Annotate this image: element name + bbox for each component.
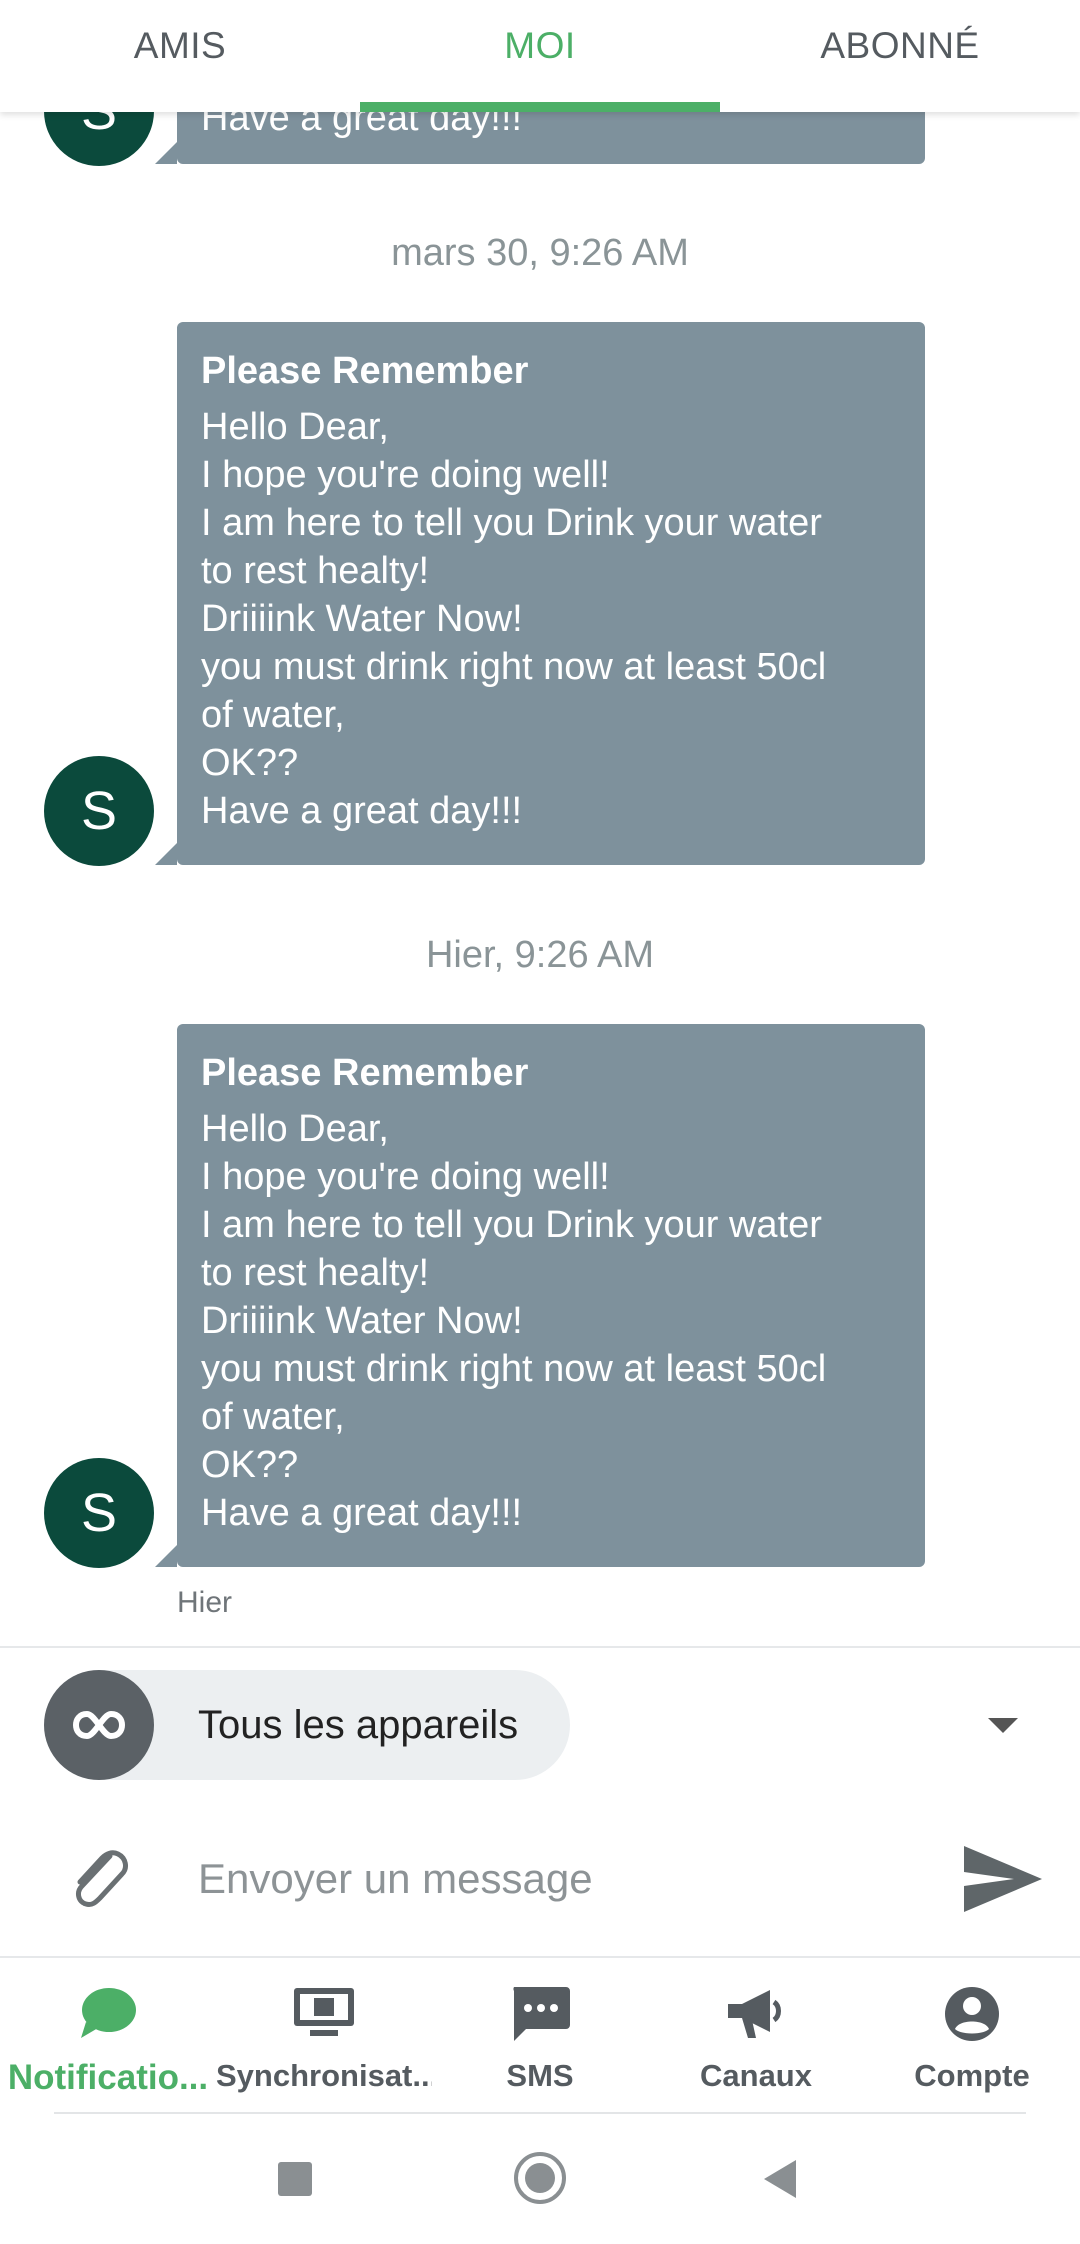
bottom-navigation: Notificatio... Synchronisat... SMS Canau…	[0, 1958, 1080, 2112]
message-title: Please Remember	[201, 1052, 529, 1094]
message-line: I hope you're doing well!	[201, 454, 610, 496]
message-line: of water,	[201, 694, 345, 736]
message-timestamp: mars 30, 9:26 AM	[391, 232, 689, 274]
chat-bubble-icon	[76, 1984, 140, 2044]
nav-label: SMS	[506, 2058, 574, 2093]
nav-synchronisation[interactable]: Synchronisat...	[216, 1958, 432, 2112]
message-line: to rest healty!	[201, 1252, 430, 1294]
message-line: Hello Dear,	[201, 1108, 389, 1150]
tab-moi[interactable]: MOI	[360, 0, 720, 112]
message-title: Please Remember	[201, 350, 529, 392]
back-icon[interactable]	[764, 2160, 796, 2198]
desktop-icon	[292, 1984, 356, 2044]
message-line: Hello Dear,	[201, 406, 389, 448]
message-line: I am here to tell you Drink your water	[201, 1204, 822, 1246]
top-tabs: AMIS MOI ABONNÉ	[0, 0, 1080, 112]
nav-label: Canaux	[700, 2058, 812, 2093]
message-line: you must drink right now at least 50cl	[201, 1348, 827, 1390]
chevron-down-icon[interactable]	[988, 1718, 1018, 1733]
megaphone-icon	[724, 1984, 788, 2044]
message-line: Have a great day!!!	[201, 1492, 523, 1534]
tab-amis[interactable]: AMIS	[0, 0, 360, 112]
nav-label: Compte	[914, 2058, 1030, 2093]
recent-apps-icon[interactable]	[278, 2162, 312, 2196]
message-line: I am here to tell you Drink your water	[201, 502, 822, 544]
messages-list[interactable]: S Have a great day!!! mars 30, 9:26 AM P…	[0, 0, 1080, 1645]
message-line: OK??	[201, 1444, 299, 1486]
message-line: of water,	[201, 1396, 345, 1438]
sender-avatar: S	[44, 756, 154, 866]
message-bubble[interactable]: Please Remember Hello Dear, I hope you'r…	[155, 322, 925, 865]
nav-compte[interactable]: Compte	[864, 1958, 1080, 2112]
nav-label: Synchronisat...	[216, 2058, 432, 2093]
message-line: OK??	[201, 742, 299, 784]
account-icon	[940, 1984, 1004, 2044]
message-line: I hope you're doing well!	[201, 1156, 610, 1198]
message-line: Have a great day!!!	[201, 790, 523, 832]
sms-icon	[508, 1984, 572, 2044]
message-input[interactable]	[198, 1834, 928, 1924]
message-line: Driiiink Water Now!	[201, 598, 523, 640]
device-selector[interactable]: Tous les appareils	[44, 1670, 570, 1780]
sender-avatar: S	[44, 1458, 154, 1568]
message-bubble[interactable]: Please Remember Hello Dear, I hope you'r…	[155, 1024, 925, 1567]
paperclip-icon[interactable]	[66, 1842, 130, 1912]
send-icon[interactable]	[962, 1844, 1044, 1914]
message-date-label: Hier	[177, 1586, 233, 1619]
message-line: to rest healty!	[201, 550, 430, 592]
nav-notifications[interactable]: Notificatio...	[0, 1958, 216, 2112]
nav-sms[interactable]: SMS	[432, 1958, 648, 2112]
infinity-icon	[44, 1670, 154, 1780]
message-timestamp: Hier, 9:26 AM	[425, 934, 655, 976]
message-line: Driiiink Water Now!	[201, 1300, 523, 1342]
home-icon[interactable]	[514, 2152, 566, 2204]
nav-canaux[interactable]: Canaux	[648, 1958, 864, 2112]
message-line: you must drink right now at least 50cl	[201, 646, 827, 688]
tab-abonne[interactable]: ABONNÉ	[720, 0, 1080, 112]
divider	[0, 1646, 1080, 1648]
device-selector-label: Tous les appareils	[198, 1702, 519, 1747]
nav-label: Notificatio...	[7, 2058, 209, 2097]
